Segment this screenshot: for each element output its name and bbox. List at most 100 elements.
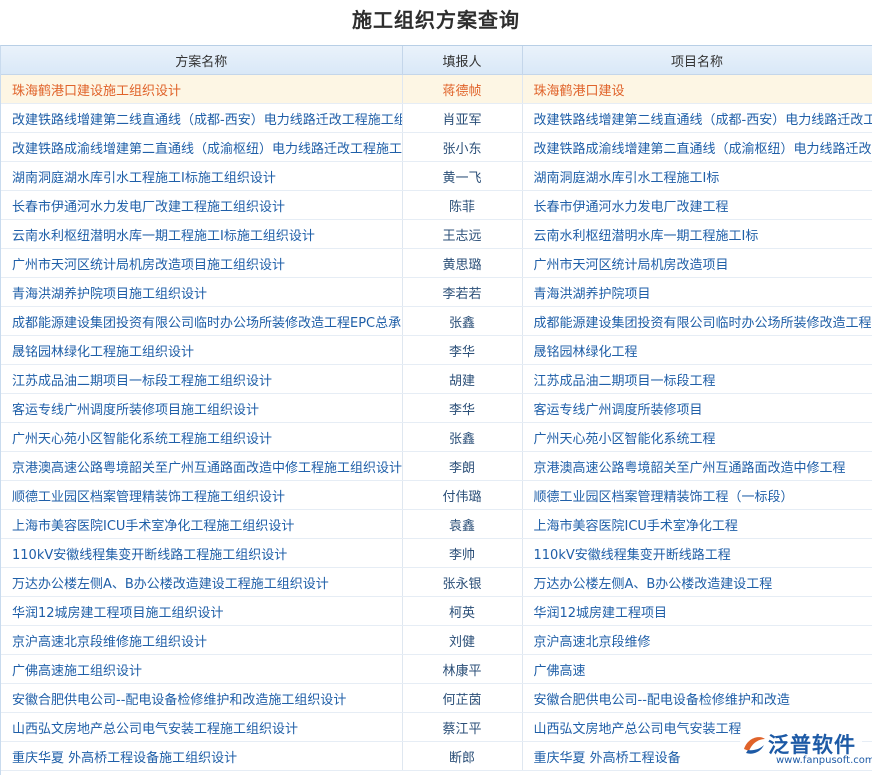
cell-plan-name[interactable]: 广佛高速施工组织设计 [1, 655, 402, 684]
cell-reporter[interactable]: 张鑫 [402, 307, 522, 336]
cell-reporter[interactable]: 李若若 [402, 278, 522, 307]
cell-project-name[interactable]: 长春市伊通河水力发电厂改建工程 [522, 191, 872, 220]
cell-project-name[interactable]: 广州天心苑小区智能化系统工程 [522, 423, 872, 452]
cell-project-name[interactable]: 华润12城房建工程项目 [522, 597, 872, 626]
cell-project-name[interactable]: 安徽合肥供电公司--配电设备检修维护和改造 [522, 684, 872, 713]
cell-reporter[interactable]: 肖亚军 [402, 104, 522, 133]
cell-plan-name[interactable]: 重庆华夏 外高桥工程设备施工组织设计 [1, 742, 402, 771]
results-table: 方案名称 填报人 项目名称 珠海鹤港口建设施工组织设计蒋德帧珠海鹤港口建设改建铁… [1, 46, 872, 771]
cell-plan-name[interactable]: 万达办公楼左侧A、B办公楼改造建设工程施工组织设计 [1, 568, 402, 597]
cell-reporter[interactable]: 张鑫 [402, 423, 522, 452]
table-row[interactable]: 江苏成品油二期项目一标段工程施工组织设计胡建江苏成品油二期项目一标段工程 [1, 365, 872, 394]
cell-plan-name[interactable]: 云南水利枢纽潜明水库一期工程施工Ⅰ标施工组织设计 [1, 220, 402, 249]
cell-reporter[interactable]: 断郎 [402, 742, 522, 771]
column-header-plan-name[interactable]: 方案名称 [1, 46, 402, 75]
cell-plan-name[interactable]: 长春市伊通河水力发电厂改建工程施工组织设计 [1, 191, 402, 220]
cell-reporter[interactable]: 袁鑫 [402, 510, 522, 539]
cell-project-name[interactable]: 广州市天河区统计局机房改造项目 [522, 249, 872, 278]
cell-plan-name[interactable]: 广州市天河区统计局机房改造项目施工组织设计 [1, 249, 402, 278]
table-row[interactable]: 成都能源建设集团投资有限公司临时办公场所装修改造工程EPC总承张鑫成都能源建设集… [1, 307, 872, 336]
cell-project-name[interactable]: 云南水利枢纽潜明水库一期工程施工Ⅰ标 [522, 220, 872, 249]
cell-project-name[interactable]: 上海市美容医院ICU手术室净化工程 [522, 510, 872, 539]
cell-plan-name[interactable]: 成都能源建设集团投资有限公司临时办公场所装修改造工程EPC总承 [1, 307, 402, 336]
cell-project-name[interactable]: 珠海鹤港口建设 [522, 75, 872, 104]
table-row[interactable]: 顺德工业园区档案管理精装饰工程施工组织设计付伟璐顺德工业园区档案管理精装饰工程（… [1, 481, 872, 510]
table-row[interactable]: 客运专线广州调度所装修项目施工组织设计李华客运专线广州调度所装修项目 [1, 394, 872, 423]
cell-reporter[interactable]: 蔡江平 [402, 713, 522, 742]
cell-plan-name[interactable]: 山西弘文房地产总公司电气安装工程施工组织设计 [1, 713, 402, 742]
cell-plan-name[interactable]: 京港澳高速公路粤境韶关至广州互通路面改造中修工程施工组织设计 [1, 452, 402, 481]
cell-reporter[interactable]: 张小东 [402, 133, 522, 162]
cell-plan-name[interactable]: 顺德工业园区档案管理精装饰工程施工组织设计 [1, 481, 402, 510]
cell-reporter[interactable]: 李朗 [402, 452, 522, 481]
cell-project-name[interactable]: 江苏成品油二期项目一标段工程 [522, 365, 872, 394]
cell-reporter[interactable]: 张永银 [402, 568, 522, 597]
cell-reporter[interactable]: 刘健 [402, 626, 522, 655]
brand-logo-icon [740, 731, 768, 759]
cell-project-name[interactable]: 顺德工业园区档案管理精装饰工程（一标段） [522, 481, 872, 510]
cell-reporter[interactable]: 黄思璐 [402, 249, 522, 278]
cell-plan-name[interactable]: 珠海鹤港口建设施工组织设计 [1, 75, 402, 104]
cell-project-name[interactable]: 广佛高速 [522, 655, 872, 684]
cell-reporter[interactable]: 柯英 [402, 597, 522, 626]
table-row[interactable]: 改建铁路线增建第二线直通线（成都-西安）电力线路迁改工程施工组肖亚军改建铁路线增… [1, 104, 872, 133]
cell-plan-name[interactable]: 华润12城房建工程项目施工组织设计 [1, 597, 402, 626]
table-row[interactable]: 上海市美容医院ICU手术室净化工程施工组织设计袁鑫上海市美容医院ICU手术室净化… [1, 510, 872, 539]
cell-plan-name[interactable]: 江苏成品油二期项目一标段工程施工组织设计 [1, 365, 402, 394]
cell-plan-name[interactable]: 改建铁路成渝线增建第二直通线（成渝枢纽）电力线路迁改工程施工 [1, 133, 402, 162]
cell-project-name[interactable]: 京沪高速北京段维修 [522, 626, 872, 655]
cell-reporter[interactable]: 李华 [402, 394, 522, 423]
table-row[interactable]: 湖南洞庭湖水库引水工程施工Ⅰ标施工组织设计黄一飞湖南洞庭湖水库引水工程施工Ⅰ标 [1, 162, 872, 191]
cell-plan-name[interactable]: 安徽合肥供电公司--配电设备检修维护和改造施工组织设计 [1, 684, 402, 713]
table-row[interactable]: 珠海鹤港口建设施工组织设计蒋德帧珠海鹤港口建设 [1, 75, 872, 104]
table-row[interactable]: 广州市天河区统计局机房改造项目施工组织设计黄思璐广州市天河区统计局机房改造项目 [1, 249, 872, 278]
cell-reporter[interactable]: 胡建 [402, 365, 522, 394]
table-row[interactable]: 安徽合肥供电公司--配电设备检修维护和改造施工组织设计何芷茵安徽合肥供电公司--… [1, 684, 872, 713]
column-header-project-name[interactable]: 项目名称 [522, 46, 872, 75]
table-row[interactable]: 改建铁路成渝线增建第二直通线（成渝枢纽）电力线路迁改工程施工张小东改建铁路成渝线… [1, 133, 872, 162]
table-row[interactable]: 广州天心苑小区智能化系统工程施工组织设计张鑫广州天心苑小区智能化系统工程 [1, 423, 872, 452]
table-row[interactable]: 青海洪湖养护院项目施工组织设计李若若青海洪湖养护院项目 [1, 278, 872, 307]
table-row[interactable]: 万达办公楼左侧A、B办公楼改造建设工程施工组织设计张永银万达办公楼左侧A、B办公… [1, 568, 872, 597]
cell-reporter[interactable]: 蒋德帧 [402, 75, 522, 104]
cell-project-name[interactable]: 湖南洞庭湖水库引水工程施工Ⅰ标 [522, 162, 872, 191]
cell-plan-name[interactable]: 晟铭园林绿化工程施工组织设计 [1, 336, 402, 365]
results-grid: 方案名称 填报人 项目名称 珠海鹤港口建设施工组织设计蒋德帧珠海鹤港口建设改建铁… [0, 45, 872, 775]
cell-reporter[interactable]: 李华 [402, 336, 522, 365]
cell-reporter[interactable]: 林康平 [402, 655, 522, 684]
cell-plan-name[interactable]: 湖南洞庭湖水库引水工程施工Ⅰ标施工组织设计 [1, 162, 402, 191]
cell-project-name[interactable]: 改建铁路成渝线增建第二直通线（成渝枢纽）电力线路迁改 [522, 133, 872, 162]
cell-project-name[interactable]: 青海洪湖养护院项目 [522, 278, 872, 307]
cell-reporter[interactable]: 黄一飞 [402, 162, 522, 191]
cell-plan-name[interactable]: 京沪高速北京段维修施工组织设计 [1, 626, 402, 655]
table-row[interactable]: 晟铭园林绿化工程施工组织设计李华晟铭园林绿化工程 [1, 336, 872, 365]
table-row[interactable]: 京港澳高速公路粤境韶关至广州互通路面改造中修工程施工组织设计李朗京港澳高速公路粤… [1, 452, 872, 481]
cell-reporter[interactable]: 何芷茵 [402, 684, 522, 713]
cell-plan-name[interactable]: 青海洪湖养护院项目施工组织设计 [1, 278, 402, 307]
table-row[interactable]: 云南水利枢纽潜明水库一期工程施工Ⅰ标施工组织设计王志远云南水利枢纽潜明水库一期工… [1, 220, 872, 249]
cell-reporter[interactable]: 陈菲 [402, 191, 522, 220]
cell-project-name[interactable]: 110kV安徽线程集变开断线路工程 [522, 539, 872, 568]
column-header-reporter[interactable]: 填报人 [402, 46, 522, 75]
brand-watermark: 泛普软件 www.fanpusoft.com [740, 729, 862, 767]
table-row[interactable]: 华润12城房建工程项目施工组织设计柯英华润12城房建工程项目 [1, 597, 872, 626]
cell-project-name[interactable]: 万达办公楼左侧A、B办公楼改造建设工程 [522, 568, 872, 597]
table-row[interactable]: 广佛高速施工组织设计林康平广佛高速 [1, 655, 872, 684]
cell-project-name[interactable]: 客运专线广州调度所装修项目 [522, 394, 872, 423]
cell-plan-name[interactable]: 客运专线广州调度所装修项目施工组织设计 [1, 394, 402, 423]
table-row[interactable]: 长春市伊通河水力发电厂改建工程施工组织设计陈菲长春市伊通河水力发电厂改建工程 [1, 191, 872, 220]
cell-plan-name[interactable]: 改建铁路线增建第二线直通线（成都-西安）电力线路迁改工程施工组 [1, 104, 402, 133]
cell-project-name[interactable]: 晟铭园林绿化工程 [522, 336, 872, 365]
cell-reporter[interactable]: 付伟璐 [402, 481, 522, 510]
table-header-row: 方案名称 填报人 项目名称 [1, 46, 872, 75]
cell-plan-name[interactable]: 广州天心苑小区智能化系统工程施工组织设计 [1, 423, 402, 452]
cell-plan-name[interactable]: 110kV安徽线程集变开断线路工程施工组织设计 [1, 539, 402, 568]
table-row[interactable]: 110kV安徽线程集变开断线路工程施工组织设计李帅110kV安徽线程集变开断线路… [1, 539, 872, 568]
cell-reporter[interactable]: 王志远 [402, 220, 522, 249]
cell-project-name[interactable]: 改建铁路线增建第二线直通线（成都-西安）电力线路迁改工 [522, 104, 872, 133]
cell-project-name[interactable]: 成都能源建设集团投资有限公司临时办公场所装修改造工程 [522, 307, 872, 336]
table-row[interactable]: 京沪高速北京段维修施工组织设计刘健京沪高速北京段维修 [1, 626, 872, 655]
cell-project-name[interactable]: 京港澳高速公路粤境韶关至广州互通路面改造中修工程 [522, 452, 872, 481]
cell-plan-name[interactable]: 上海市美容医院ICU手术室净化工程施工组织设计 [1, 510, 402, 539]
cell-reporter[interactable]: 李帅 [402, 539, 522, 568]
